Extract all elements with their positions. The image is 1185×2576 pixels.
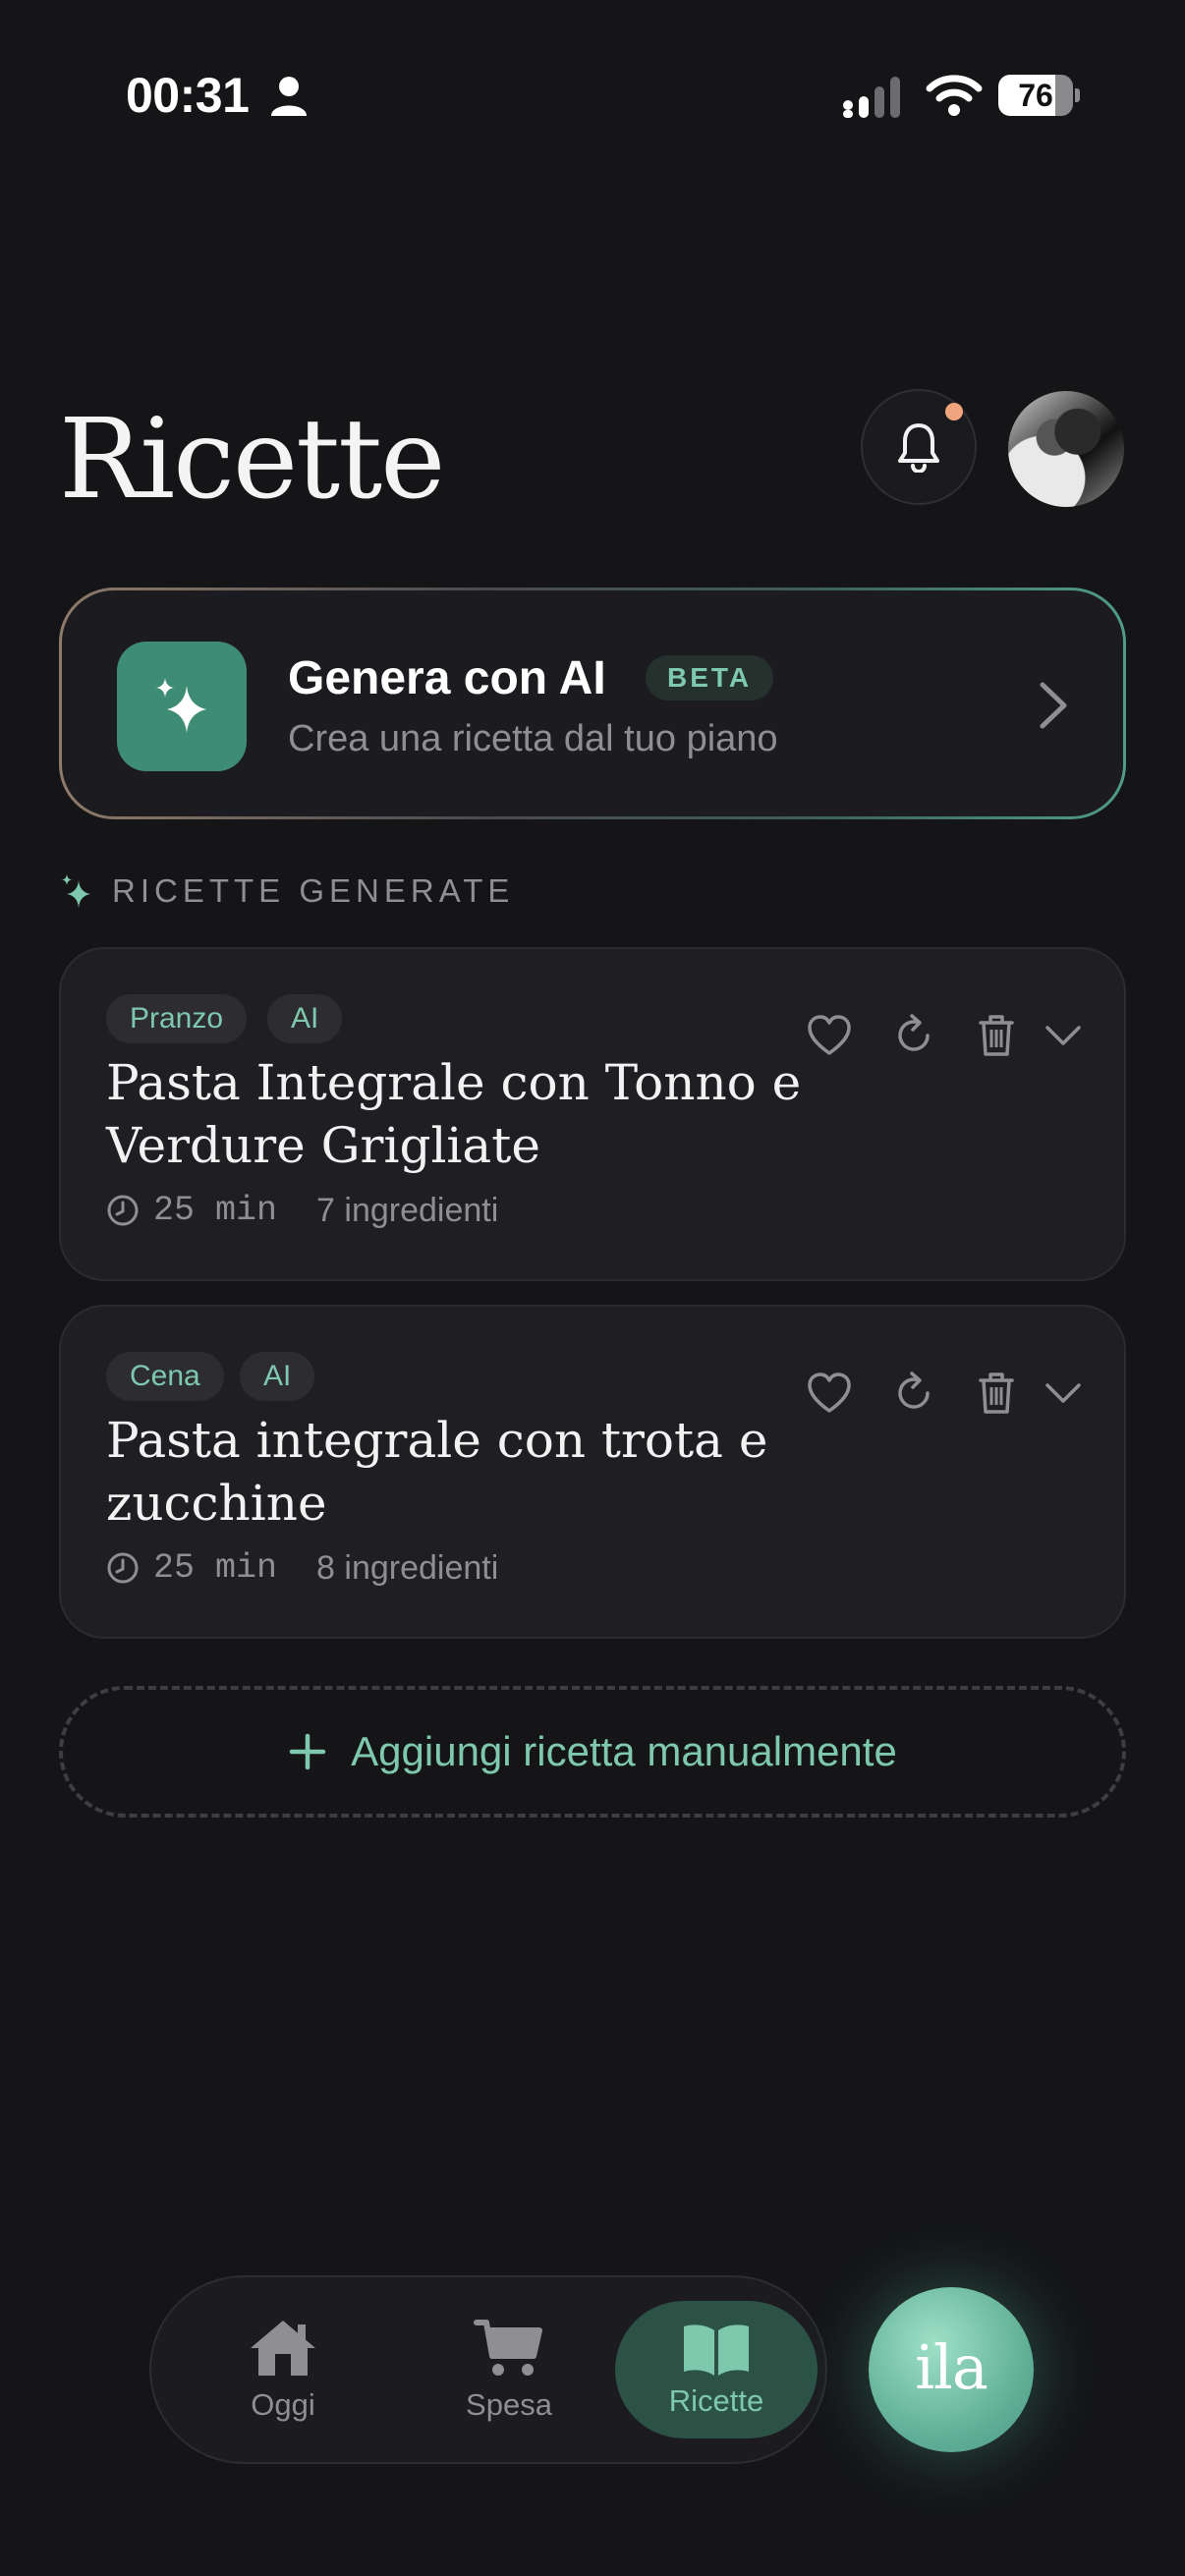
tag-chip: AI xyxy=(240,1352,315,1401)
beta-badge: BETA xyxy=(646,655,774,700)
bottom-navigation: Oggi Spesa Ricette xyxy=(149,2275,827,2464)
recipe-ingredients: 7 ingredienti xyxy=(316,1191,499,1229)
chevron-right-icon xyxy=(1040,682,1067,729)
notification-dot xyxy=(945,403,963,420)
add-recipe-button[interactable]: Aggiungi ricetta manualmente xyxy=(59,1686,1126,1818)
add-recipe-label: Aggiungi ricetta manualmente xyxy=(351,1728,897,1774)
nav-item-ricette[interactable]: Ricette xyxy=(615,2301,818,2438)
avatar[interactable] xyxy=(1008,391,1124,507)
section-label: RICETTE GENERATE xyxy=(112,872,515,909)
recipe-card[interactable]: Pranzo AI Pasta Integrale con Tonno e Ve… xyxy=(59,947,1126,1281)
generate-ai-card[interactable]: Genera con AI BETA Crea una ricetta dal … xyxy=(59,588,1126,819)
ai-card-title: Genera con AI xyxy=(288,652,606,704)
recipe-ingredients: 8 ingredienti xyxy=(316,1548,499,1587)
clock-icon xyxy=(107,1552,139,1584)
refresh-icon[interactable] xyxy=(890,1012,937,1059)
assistant-label: ila xyxy=(915,2330,988,2403)
tag-chip: AI xyxy=(267,994,343,1043)
tag-chip: Pranzo xyxy=(106,994,248,1043)
assistant-button[interactable]: ila xyxy=(869,2287,1034,2452)
refresh-icon[interactable] xyxy=(890,1370,937,1417)
recipe-time: 25 min xyxy=(153,1191,278,1230)
battery-percent: 76 xyxy=(1018,78,1053,113)
wifi-icon xyxy=(926,75,983,116)
ai-tile xyxy=(117,642,247,771)
page-title: Ricette xyxy=(59,396,445,524)
nav-label: Spesa xyxy=(466,2387,552,2422)
sparkles-icon xyxy=(156,678,206,733)
sparkles-icon xyxy=(62,874,90,908)
nav-item-oggi[interactable]: Oggi xyxy=(191,2277,375,2462)
trash-icon[interactable] xyxy=(973,1012,1020,1059)
home-icon xyxy=(251,2321,315,2376)
status-time: 00:31 xyxy=(126,68,250,123)
recipe-time: 25 min xyxy=(153,1548,278,1588)
nav-item-spesa[interactable]: Spesa xyxy=(417,2277,601,2462)
recipe-card[interactable]: Cena AI Pasta integrale con trota e zucc… xyxy=(59,1305,1126,1639)
chevron-down-icon[interactable] xyxy=(1044,1018,1083,1053)
person-icon xyxy=(271,77,307,116)
recipe-title: Pasta Integrale con Tonno e Verdure Grig… xyxy=(106,1054,802,1174)
trash-icon[interactable] xyxy=(973,1370,1020,1417)
plus-icon xyxy=(289,1733,326,1770)
bell-icon xyxy=(898,423,939,473)
cart-icon xyxy=(474,2320,542,2376)
recipe-title: Pasta integrale con trota e zucchine xyxy=(106,1412,768,1532)
clock-icon xyxy=(107,1195,139,1226)
notifications-button[interactable] xyxy=(861,389,977,505)
cellular-signal-icon xyxy=(843,77,900,118)
nav-label: Ricette xyxy=(668,2383,764,2418)
nav-label: Oggi xyxy=(251,2387,315,2422)
ai-card-subtitle: Crea una ricetta dal tuo piano xyxy=(288,718,778,759)
tag-chip: Cena xyxy=(106,1352,224,1401)
chevron-down-icon[interactable] xyxy=(1044,1375,1083,1411)
book-icon xyxy=(684,2324,749,2376)
battery-indicator: 76 xyxy=(998,75,1080,116)
